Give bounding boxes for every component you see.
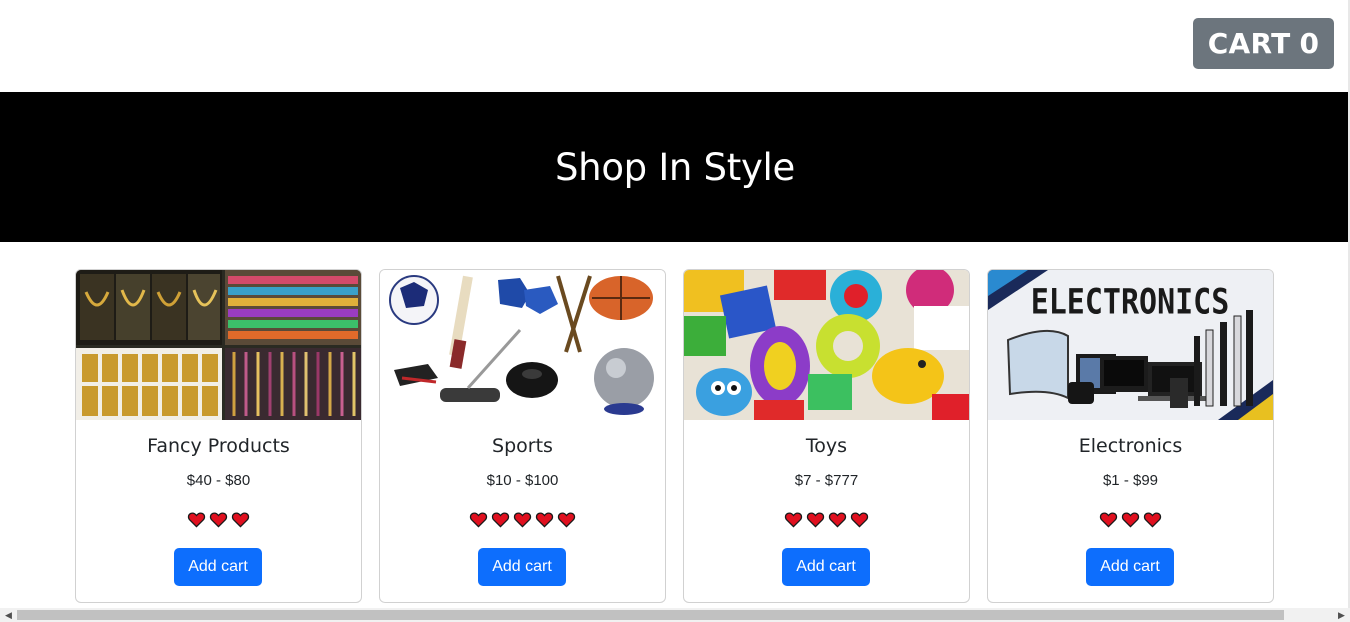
heart-icon xyxy=(535,512,554,528)
product-card-fancy-products: Fancy Products $40 - $80 Add cart xyxy=(75,269,362,603)
heart-icon xyxy=(1143,512,1162,528)
product-price: $40 - $80 xyxy=(186,472,251,489)
product-rating xyxy=(380,510,665,529)
cart-label: CART xyxy=(1207,27,1291,60)
product-card-toys: Toys $7 - $777 Add cart xyxy=(683,269,970,603)
product-image-toys xyxy=(684,270,969,420)
product-rating xyxy=(684,510,969,529)
horizontal-scrollbar[interactable]: ◀ ▶ xyxy=(0,608,1350,622)
product-image-sports xyxy=(380,270,665,420)
add-cart-button[interactable]: Add cart xyxy=(782,548,870,586)
heart-icon xyxy=(209,512,228,528)
hero-title: Shop In Style xyxy=(555,145,795,189)
cart-count: 0 xyxy=(1299,27,1320,60)
heart-icon xyxy=(513,512,532,528)
scroll-left-arrow-icon[interactable]: ◀ xyxy=(0,608,17,622)
scroll-right-arrow-icon[interactable]: ▶ xyxy=(1333,608,1350,622)
product-title: Electronics xyxy=(1078,435,1183,457)
product-rating xyxy=(988,510,1273,529)
heart-icon xyxy=(1099,512,1118,528)
product-image-electronics: ELECTRONICS xyxy=(988,270,1273,420)
product-price: $1 - $99 xyxy=(1102,472,1159,489)
add-cart-button[interactable]: Add cart xyxy=(174,548,262,586)
electronics-banner-text: ELECTRONICS xyxy=(1031,282,1230,323)
hero-banner: Shop In Style xyxy=(0,92,1350,242)
heart-icon xyxy=(231,512,250,528)
product-price: $7 - $777 xyxy=(794,472,859,489)
heart-icon xyxy=(850,512,869,528)
add-cart-button[interactable]: Add cart xyxy=(478,548,566,586)
product-card-electronics: ELECTRONICS Electronics $1 - $99 Add car… xyxy=(987,269,1274,603)
cart-button[interactable]: CART 0 xyxy=(1193,18,1334,69)
heart-icon xyxy=(491,512,510,528)
product-title: Toys xyxy=(805,435,848,457)
heart-icon xyxy=(784,512,803,528)
product-image-fancy-products xyxy=(76,270,361,420)
heart-icon xyxy=(557,512,576,528)
add-cart-button[interactable]: Add cart xyxy=(1086,548,1174,586)
product-rating xyxy=(76,510,361,529)
heart-icon xyxy=(1121,512,1140,528)
heart-icon xyxy=(469,512,488,528)
heart-icon xyxy=(187,512,206,528)
top-bar: CART 0 xyxy=(0,0,1350,92)
heart-icon xyxy=(806,512,825,528)
heart-icon xyxy=(828,512,847,528)
scrollbar-thumb[interactable] xyxy=(17,610,1284,620)
product-title: Fancy Products xyxy=(147,435,290,457)
product-card-sports: Sports $10 - $100 Add cart xyxy=(379,269,666,603)
product-title: Sports xyxy=(492,435,553,457)
product-price: $10 - $100 xyxy=(486,472,559,489)
